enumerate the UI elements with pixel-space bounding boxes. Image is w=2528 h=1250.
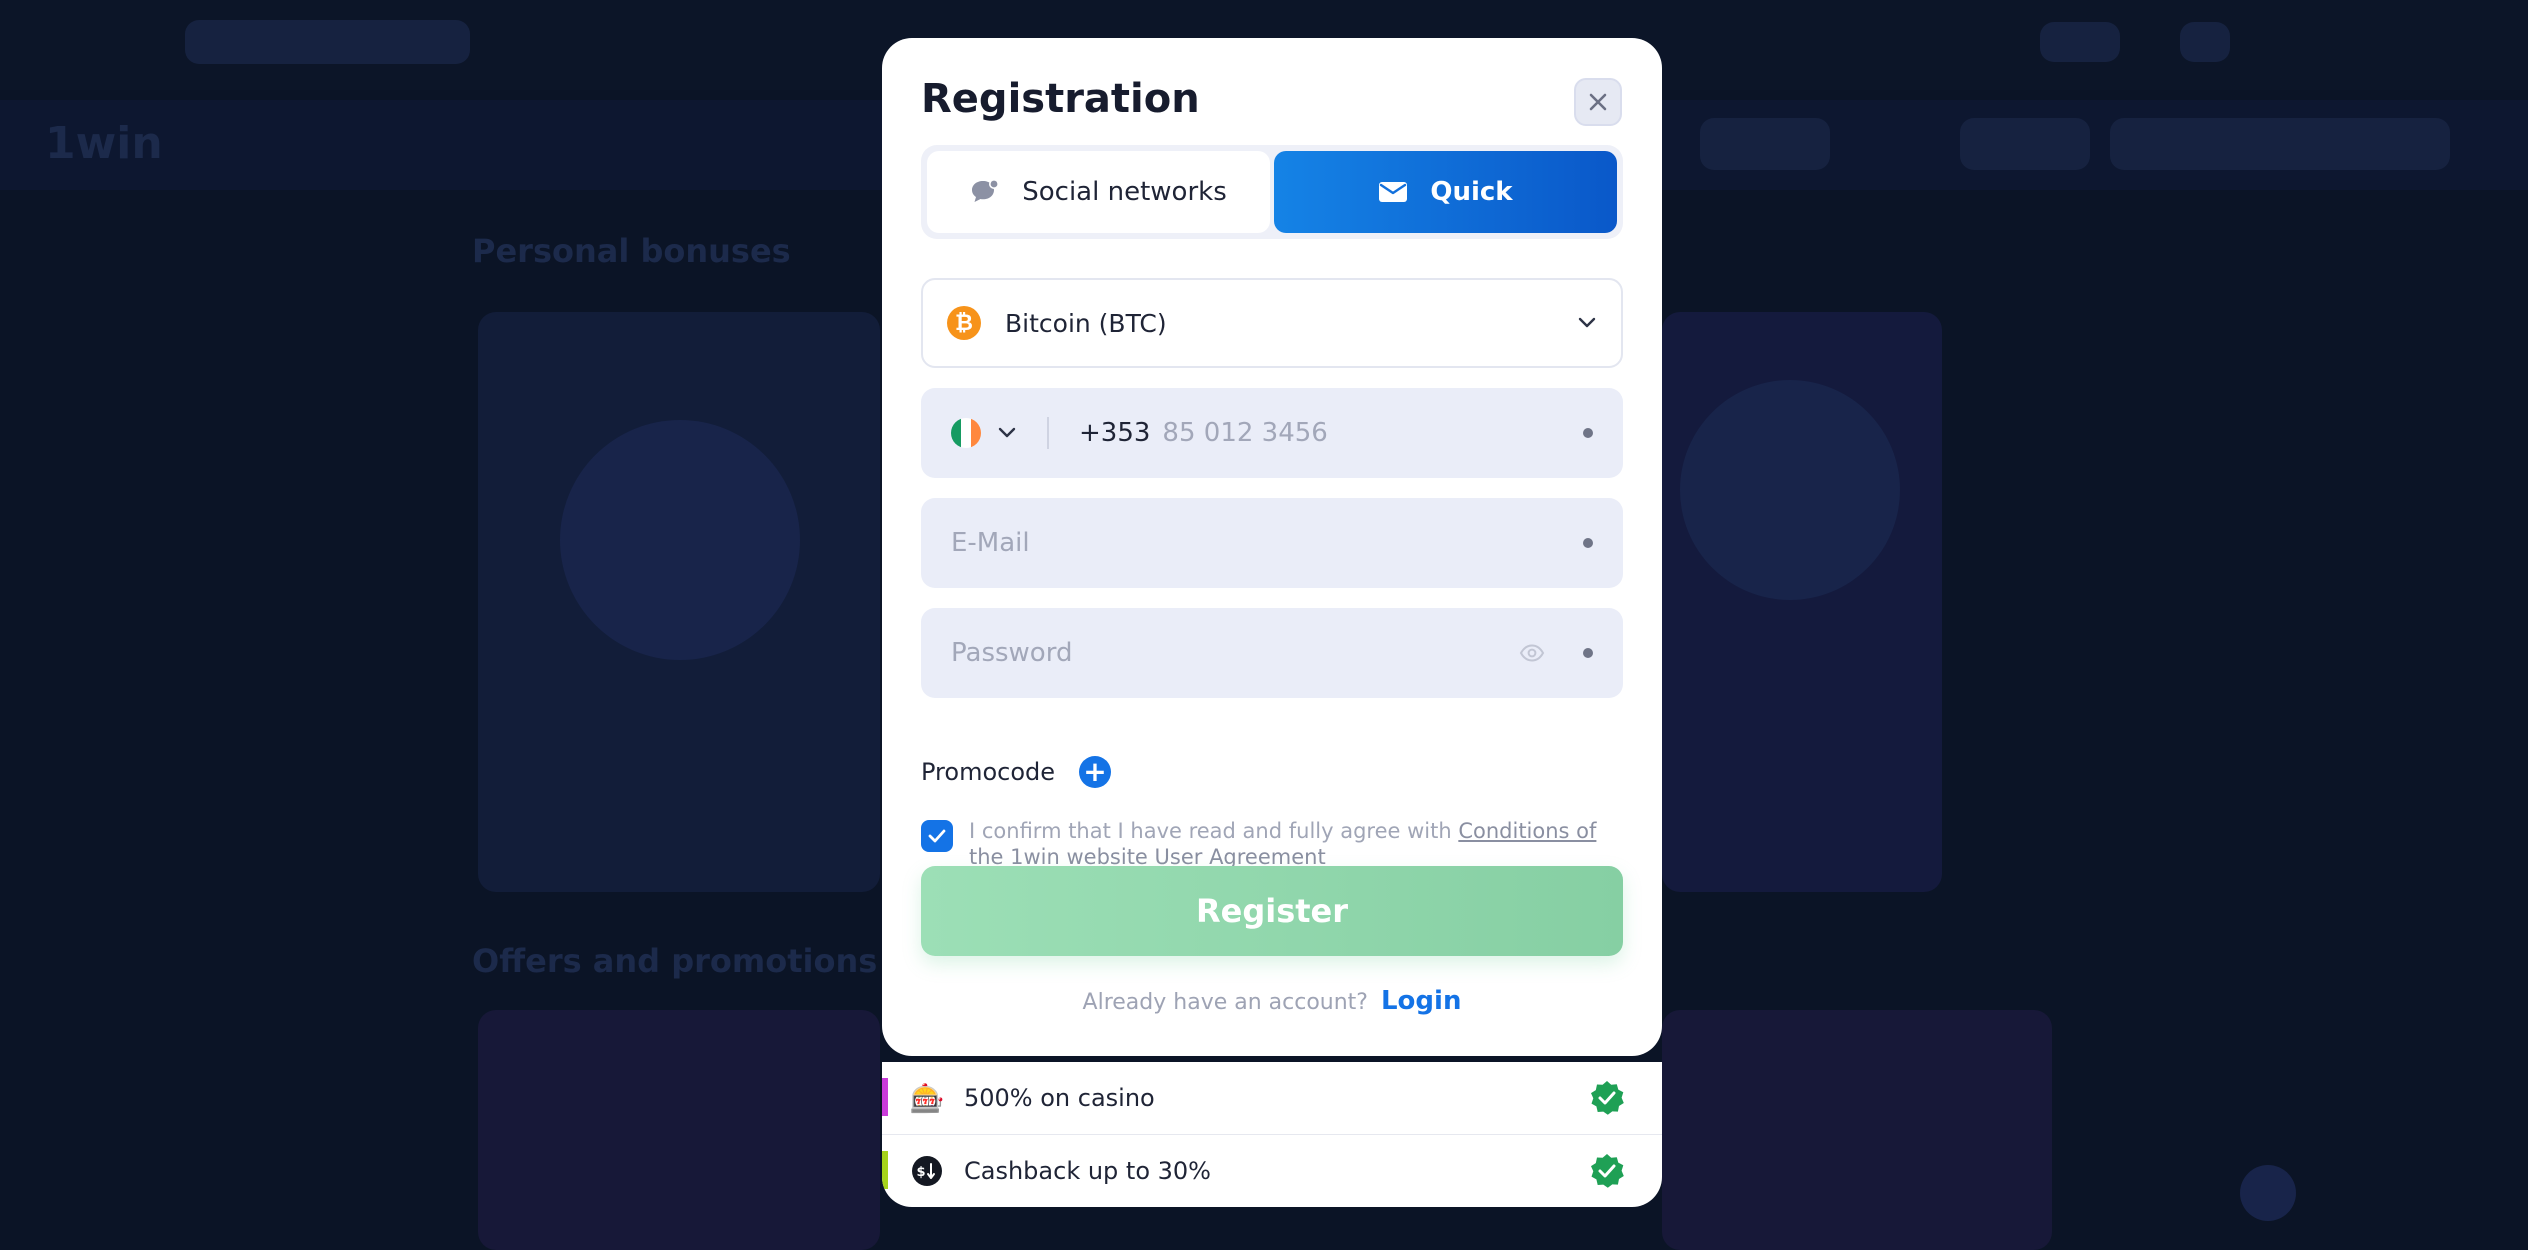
phone-field: +353 (921, 388, 1623, 478)
background-logo: 1win (45, 118, 163, 169)
envelope-icon (1379, 182, 1408, 202)
required-indicator (1583, 538, 1593, 548)
bonus-text: Cashback up to 30% (964, 1157, 1211, 1185)
slot-machine-icon: 🎰 (909, 1081, 945, 1115)
background-header-pill (2040, 22, 2120, 62)
verified-check-icon (1588, 1079, 1626, 1117)
modal-title: Registration (921, 76, 1200, 122)
password-input[interactable] (951, 638, 1519, 668)
agreement-statement: I confirm that I have read and fully agr… (969, 819, 1459, 843)
email-field (921, 498, 1623, 588)
login-prompt: Already have an account? (1082, 990, 1368, 1015)
ireland-flag-icon[interactable] (951, 418, 981, 448)
eye-icon (1519, 644, 1545, 662)
currency-select[interactable]: ₿ Bitcoin (BTC) (921, 278, 1623, 368)
background-offer-card (1662, 1010, 2052, 1250)
dial-code: +353 (1079, 418, 1151, 448)
background-decoration (560, 420, 800, 660)
background-search-pill (185, 20, 470, 64)
background-header-pill (2180, 22, 2230, 62)
registration-modal: Registration Social networks Quick ₿ Bit… (882, 38, 1662, 1056)
agreement-row: I confirm that I have read and fully agr… (921, 818, 1623, 870)
login-link[interactable]: Login (1381, 986, 1461, 1016)
agreement-text: I confirm that I have read and fully agr… (969, 818, 1623, 870)
chevron-down-icon (1578, 317, 1596, 328)
bonus-panel: 🎰 500% on casino $ Cashback up to 30% (882, 1062, 1662, 1207)
background-nav-pill (1700, 118, 1830, 170)
chat-bubble-icon (972, 179, 1000, 202)
promocode-label: Promocode (921, 758, 1056, 786)
bonus-item: $ Cashback up to 30% (882, 1134, 1662, 1207)
tab-social-networks[interactable]: Social networks (927, 151, 1270, 233)
tab-quick[interactable]: Quick (1274, 151, 1617, 233)
bonus-item: 🎰 500% on casino (882, 1062, 1662, 1134)
background-section-title: Personal bonuses (472, 232, 791, 270)
register-button[interactable]: Register (921, 866, 1623, 956)
background-nav-pill (1960, 118, 2090, 170)
chevron-down-icon (998, 427, 1016, 438)
agreement-checkbox[interactable] (921, 820, 953, 852)
checkmark-icon (928, 829, 946, 843)
bonus-text: 500% on casino (964, 1084, 1155, 1112)
bitcoin-icon: ₿ (947, 306, 981, 340)
background-chat-button (2240, 1165, 2296, 1221)
bonus-accent-bar (882, 1078, 888, 1116)
background-section-title: Offers and promotions (472, 942, 878, 980)
cashback-icon: $ (910, 1154, 944, 1188)
close-icon (1589, 93, 1607, 111)
password-field (921, 608, 1623, 698)
required-indicator (1583, 428, 1593, 438)
promocode-row: Promocode + (921, 756, 1112, 788)
background-offer-card (478, 1010, 880, 1250)
show-password-button[interactable] (1519, 644, 1545, 662)
background-nav-pill (2110, 118, 2450, 170)
bonus-accent-bar (882, 1151, 888, 1189)
phone-input[interactable] (1162, 418, 1583, 448)
country-dropdown-button[interactable] (997, 427, 1017, 439)
tab-quick-label: Quick (1430, 177, 1513, 207)
phone-separator (1047, 417, 1049, 449)
verified-check-icon (1588, 1152, 1626, 1190)
registration-type-tabs: Social networks Quick (921, 145, 1623, 239)
background-decoration (1680, 380, 1900, 600)
login-row: Already have an account? Login (882, 986, 1662, 1016)
add-promocode-button[interactable]: + (1079, 756, 1112, 788)
required-indicator (1583, 648, 1593, 658)
tab-social-label: Social networks (1022, 177, 1227, 207)
currency-label: Bitcoin (BTC) (1005, 308, 1167, 338)
close-button[interactable] (1574, 78, 1622, 126)
email-input[interactable] (951, 528, 1583, 558)
svg-text:$: $ (916, 1165, 925, 1180)
